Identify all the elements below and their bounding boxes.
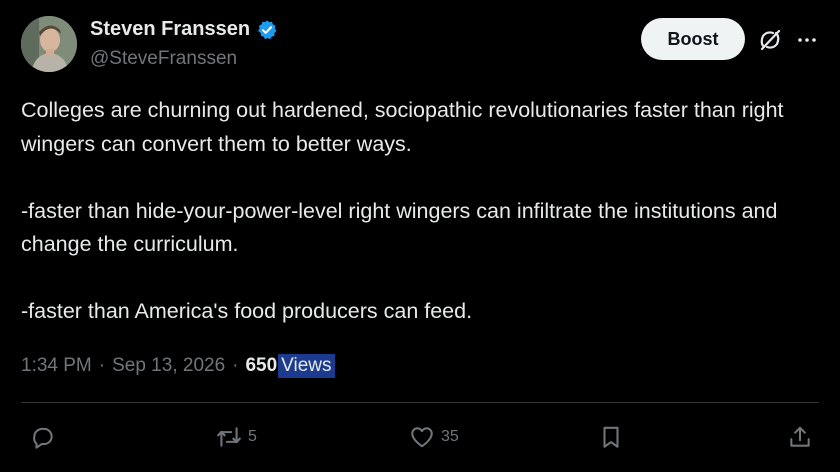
post-time[interactable]: 1:34 PM [21, 355, 92, 377]
verified-badge-icon [258, 19, 277, 39]
repost-icon [217, 427, 241, 447]
like-button[interactable]: 35 [409, 424, 459, 450]
grok-icon[interactable] [757, 27, 783, 53]
repost-button[interactable]: 5 [216, 424, 257, 450]
avatar[interactable] [21, 16, 77, 72]
meta-separator: · [232, 355, 239, 376]
views-label[interactable]: Views [278, 354, 335, 378]
reply-button[interactable] [30, 424, 56, 450]
meta-separator: · [98, 355, 106, 376]
share-icon [790, 426, 810, 447]
post-paragraph-spacer: ​ [21, 262, 821, 296]
post-date[interactable]: Sep 13, 2026 [112, 355, 225, 377]
reply-icon [33, 427, 53, 449]
author-handle[interactable]: @SteveFranssen [90, 48, 237, 70]
divider [21, 402, 819, 403]
repost-count: 5 [248, 428, 257, 445]
share-button[interactable] [787, 424, 813, 450]
views-count[interactable]: 650 [245, 355, 277, 377]
post-card: Steven Franssen @SteveFranssen Boost Col… [0, 0, 840, 472]
heart-icon [411, 427, 433, 448]
like-count: 35 [441, 428, 459, 445]
more-horizontal-icon[interactable] [795, 28, 819, 52]
author-display-name[interactable]: Steven Franssen [90, 18, 250, 41]
boost-button[interactable]: Boost [641, 18, 745, 60]
post-body: Colleges are churning out hardened, soci… [21, 94, 821, 329]
post-metadata: 1:34 PM · Sep 13, 2026 · 650 Views [21, 354, 335, 378]
post-paragraph-spacer: ​ [21, 161, 821, 195]
bookmark-button[interactable] [598, 424, 624, 450]
bookmark-icon [603, 426, 619, 448]
post-paragraph: -faster than hide-your-power-level right… [21, 198, 784, 257]
author-name-row: Steven Franssen [90, 18, 278, 41]
post-paragraph: -faster than America's food producers ca… [21, 299, 473, 323]
post-paragraph: Colleges are churning out hardened, soci… [21, 98, 790, 156]
